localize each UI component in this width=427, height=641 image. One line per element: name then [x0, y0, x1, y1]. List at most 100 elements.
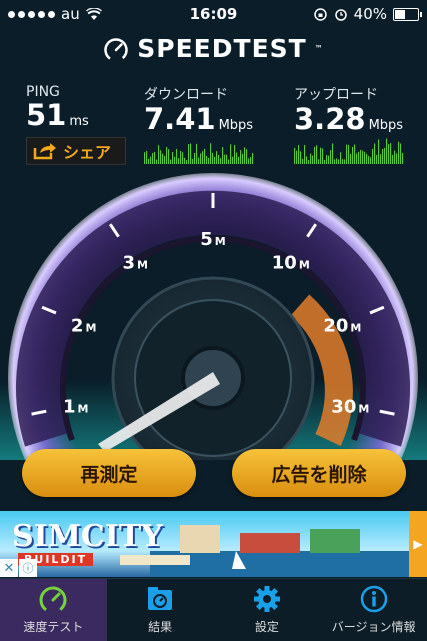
- graph-bar: [164, 155, 166, 164]
- graph-bar: [360, 149, 362, 164]
- graph-bar: [394, 150, 396, 164]
- graph-bar: [160, 150, 162, 164]
- graph-bar: [180, 150, 182, 164]
- graph-bar: [398, 141, 400, 164]
- ad-title: SIMCITY: [12, 519, 163, 554]
- graph-bar: [156, 159, 158, 164]
- graph-bar: [382, 148, 384, 164]
- download-value: 7.41: [144, 102, 216, 136]
- graph-bar: [384, 148, 386, 164]
- remove-ads-button[interactable]: 広告を削除: [232, 449, 406, 497]
- upload-value: 3.28: [294, 102, 366, 136]
- graph-bar: [354, 144, 356, 164]
- graph-bar: [144, 152, 146, 164]
- graph-bar: [154, 151, 156, 164]
- speedometer-icon: [39, 586, 67, 614]
- graph-bar: [374, 143, 376, 164]
- graph-bar: [204, 148, 206, 164]
- graph-bar: [366, 153, 368, 164]
- graph-bar: [166, 146, 168, 164]
- graph-bar: [192, 158, 194, 164]
- graph-bar: [376, 154, 378, 164]
- graph-bar: [216, 151, 218, 164]
- graph-bar: [150, 156, 152, 164]
- graph-bar: [322, 148, 324, 164]
- graph-bar: [246, 149, 248, 164]
- graph-bar: [298, 145, 300, 164]
- graph-bar: [186, 160, 188, 164]
- share-button[interactable]: シェア: [26, 137, 126, 165]
- ping-stat: PING 51 ms: [26, 84, 89, 132]
- graph-bar: [250, 156, 252, 164]
- tab-bar: 速度テスト 結果 設定 バージョン情報: [0, 578, 427, 641]
- tab-version-info[interactable]: バージョン情報: [320, 579, 427, 641]
- graph-bar: [362, 150, 364, 164]
- graph-bar: [206, 155, 208, 164]
- graph-bar: [310, 153, 312, 164]
- tab-settings[interactable]: 設定: [214, 579, 321, 641]
- tab-results[interactable]: 結果: [107, 579, 214, 641]
- graph-bar: [352, 146, 354, 164]
- graph-bar: [328, 155, 330, 164]
- graph-bar: [324, 159, 326, 164]
- graph-bar: [162, 153, 164, 164]
- graph-bar: [172, 152, 174, 164]
- graph-bar: [218, 155, 220, 164]
- graph-bar: [194, 153, 196, 164]
- ad-arrow-icon[interactable]: ▶: [409, 511, 427, 577]
- share-label: シェア: [63, 143, 112, 162]
- graph-bar: [196, 143, 198, 164]
- graph-bar: [332, 143, 334, 164]
- graph-bar: [252, 152, 254, 164]
- graph-bar: [214, 156, 216, 164]
- graph-bar: [220, 158, 222, 164]
- graph-bar: [212, 152, 214, 164]
- graph-bar: [318, 159, 320, 164]
- graph-bar: [168, 149, 170, 164]
- tab-speed-test[interactable]: 速度テスト: [0, 579, 107, 641]
- ad-close-icon[interactable]: ✕: [0, 559, 18, 577]
- graph-bar: [296, 150, 298, 164]
- graph-bar: [184, 157, 186, 164]
- trademark: ™: [314, 44, 324, 53]
- graph-bar: [314, 146, 316, 164]
- graph-bar: [356, 153, 358, 164]
- graph-bar: [228, 159, 230, 164]
- graph-bar: [158, 145, 160, 164]
- graph-bar: [176, 148, 178, 164]
- graph-bar: [344, 159, 346, 164]
- speed-gauge: 01M2M3M5M10M20M30M50M: [0, 173, 427, 460]
- graph-bar: [146, 150, 148, 164]
- gear-icon: [253, 586, 280, 612]
- graph-bar: [346, 144, 348, 164]
- graph-bar: [182, 152, 184, 164]
- graph-bar: [340, 152, 342, 164]
- graph-bar: [364, 151, 366, 164]
- graph-bar: [188, 144, 190, 164]
- graph-bar: [396, 153, 398, 164]
- graph-bar: [304, 145, 306, 164]
- graph-bar: [342, 159, 344, 164]
- graph-bar: [224, 154, 226, 164]
- status-bar: au 16:09 40%: [0, 0, 427, 28]
- ad-info-icon[interactable]: ⓘ: [19, 559, 37, 577]
- tab-label: 設定: [254, 620, 279, 634]
- graph-bar: [306, 156, 308, 164]
- graph-bar: [202, 151, 204, 164]
- graph-bar: [208, 157, 210, 164]
- graph-bar: [174, 156, 176, 164]
- graph-bar: [300, 151, 302, 164]
- ad-banner[interactable]: SIMCITY BUILDIT ▶ ✕ ⓘ: [0, 511, 427, 577]
- graph-bar: [302, 158, 304, 164]
- upload-label: アップロード: [294, 87, 378, 103]
- graph-bar: [240, 150, 242, 164]
- upload-unit: Mbps: [368, 118, 404, 133]
- download-stat: ダウンロード 7.41 Mbps: [144, 84, 253, 136]
- retest-button[interactable]: 再測定: [22, 449, 196, 497]
- graph-bar: [372, 148, 374, 164]
- graph-bar: [226, 154, 228, 164]
- graph-bar: [392, 154, 394, 164]
- graph-bar: [334, 159, 336, 164]
- graph-bar: [370, 157, 372, 164]
- graph-bar: [378, 139, 380, 164]
